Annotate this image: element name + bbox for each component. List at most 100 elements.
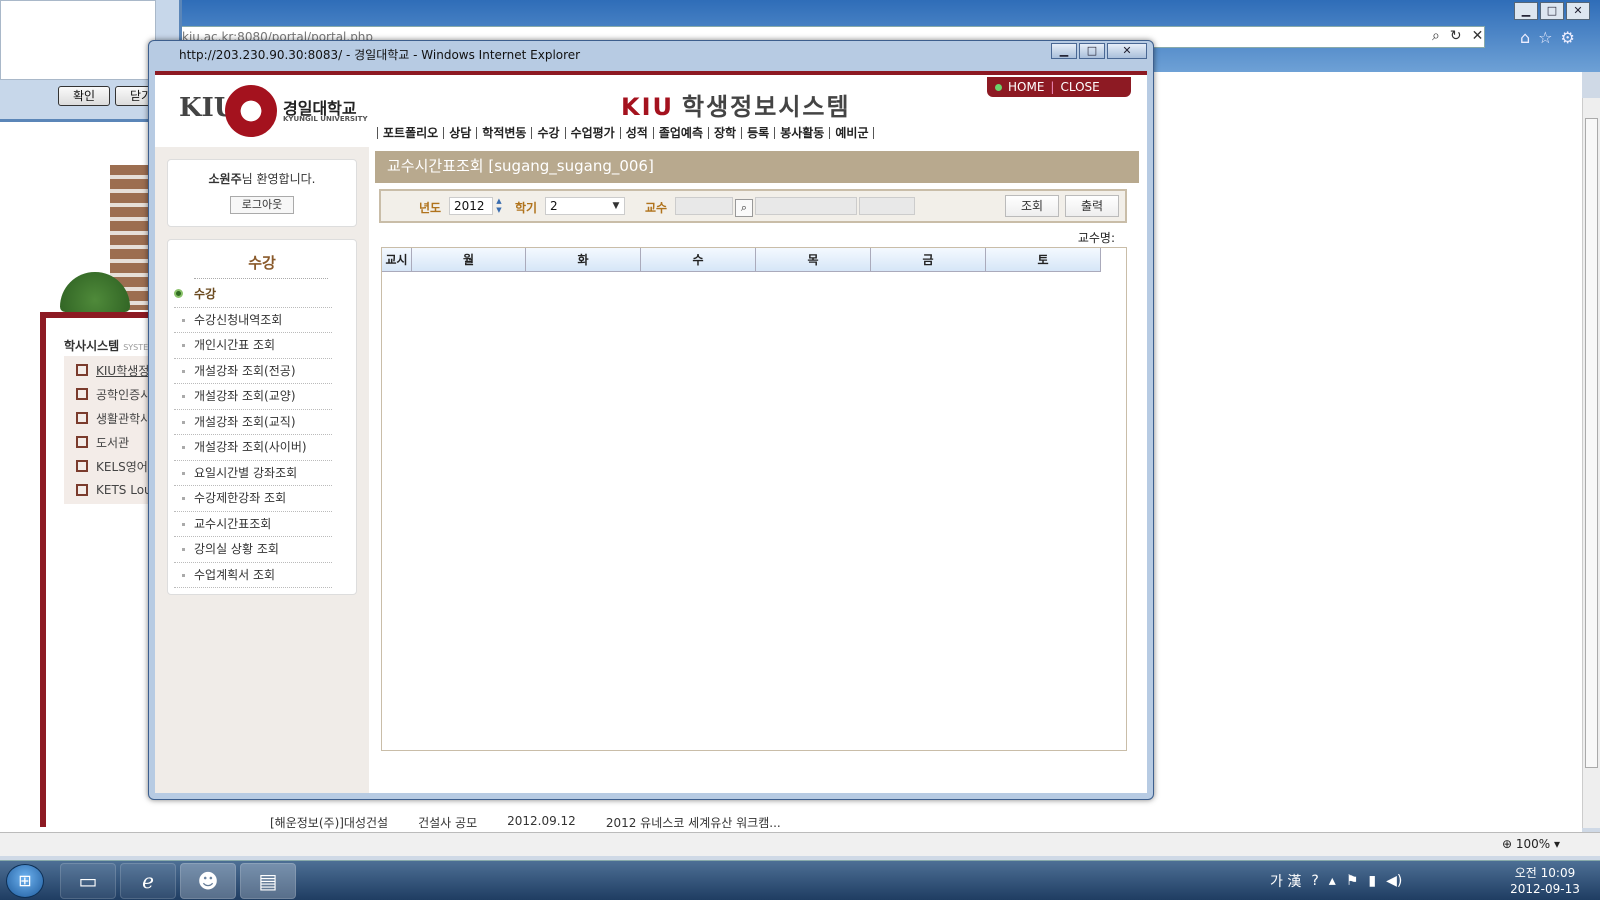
document-icon	[76, 364, 88, 376]
nav-reserve-forces[interactable]: 예비군	[829, 127, 875, 139]
menu-item-courses-teaching[interactable]: 개설강좌 조회(교직)	[174, 410, 332, 435]
sidebar-item-library[interactable]: 도서관	[64, 430, 149, 454]
bullet-icon	[182, 446, 185, 449]
news-source[interactable]: [해운정보(주)]대성건설	[270, 814, 388, 831]
year-input[interactable]: 2012	[449, 197, 493, 215]
zoom-value: 100%	[1515, 837, 1551, 851]
year-label: 년도	[419, 201, 442, 215]
menu-item-restricted-courses[interactable]: 수강제한강좌 조회	[174, 486, 332, 512]
close-link[interactable]: CLOSE	[1060, 80, 1099, 94]
internet-explorer-icon[interactable]: ℯ	[120, 863, 176, 899]
document-icon	[76, 388, 88, 400]
nav-course-evaluation[interactable]: 수업평가	[564, 127, 620, 139]
document-icon	[76, 460, 88, 472]
nav-graduation-forecast[interactable]: 졸업예측	[652, 127, 708, 139]
menu-item-courses-major[interactable]: 개설강좌 조회(전공)	[174, 359, 332, 384]
sidebar-item-dormitory[interactable]: 생활관학사	[64, 406, 149, 430]
nav-portfolio[interactable]: 포트폴리오	[377, 127, 443, 139]
professor-search-icon[interactable]: ⌕	[735, 199, 753, 217]
bullet-icon	[182, 548, 185, 551]
menu-item-courses-liberal[interactable]: 개설강좌 조회(교양)	[174, 384, 332, 410]
action-center-flag-icon[interactable]: ⚑	[1346, 873, 1359, 889]
favorites-star-icon[interactable]: ☆	[1538, 28, 1552, 47]
header-sat: 토	[986, 248, 1101, 272]
windows-logo-icon: ⊞	[18, 871, 32, 890]
search-button[interactable]: 조회	[1005, 195, 1059, 217]
news-title[interactable]: 건설사 공모	[418, 814, 477, 831]
ime-indicator[interactable]: 가 漢	[1270, 871, 1301, 891]
menu-item-registration[interactable]: 수강	[174, 282, 332, 308]
popup-minimize-button[interactable]: ▁	[1051, 43, 1077, 59]
scrollbar-thumb[interactable]	[1585, 118, 1598, 768]
search-icon[interactable]: ⌕	[1432, 28, 1440, 44]
menu-item-syllabus[interactable]: 수업계획서 조회	[174, 563, 332, 588]
status-dot-icon	[995, 83, 1002, 91]
refresh-icon[interactable]: ↻	[1450, 28, 1462, 44]
help-icon[interactable]: ?	[1311, 873, 1318, 889]
background-scrollbar[interactable]	[1582, 98, 1600, 828]
separator: |	[1050, 80, 1055, 94]
minimize-button[interactable]: ▁	[1514, 2, 1538, 20]
bullet-icon	[182, 395, 185, 398]
system-tray: 가 漢 ? ▴ ⚑ ▮ ◀)	[1270, 871, 1402, 891]
background-address-tools: ⌕ ↻ ✕	[1432, 28, 1483, 44]
home-link[interactable]: HOME	[1008, 80, 1044, 94]
nav-counseling[interactable]: 상담	[443, 127, 476, 139]
welcome-suffix: 님 환영합니다.	[241, 172, 316, 186]
menu-item-courses-cyber[interactable]: 개설강좌 조회(사이버)	[174, 435, 332, 461]
explorer-folder-icon[interactable]: ▭	[60, 863, 116, 899]
sidebar-item-engineering[interactable]: 공학인증시	[64, 382, 149, 406]
nav-course-registration[interactable]: 수강	[531, 127, 564, 139]
nav-scholarship[interactable]: 장학	[708, 127, 741, 139]
gear-icon[interactable]: ⚙	[1561, 28, 1575, 47]
university-emblem-icon[interactable]	[225, 85, 277, 137]
volume-icon[interactable]: ◀)	[1386, 873, 1402, 889]
tray-expand-icon[interactable]: ▴	[1329, 873, 1336, 889]
close-button[interactable]: ✕	[1566, 2, 1590, 20]
professor-extra-field[interactable]	[859, 197, 915, 215]
menu-item-label: 교수시간표조회	[194, 516, 272, 531]
ok-button[interactable]: 확인	[58, 86, 110, 106]
news-notice[interactable]: 2012 유네스코 세계유산 워크캠...	[606, 814, 781, 831]
document-icon	[76, 412, 88, 424]
sidebar-item-kiu[interactable]: KIU학생정	[64, 358, 149, 382]
popup-maximize-button[interactable]: □	[1079, 43, 1105, 59]
popup-close-button[interactable]: ✕	[1107, 43, 1147, 59]
print-button[interactable]: 출력	[1065, 195, 1119, 217]
year-stepper-icon[interactable]: ▲ ▼	[494, 197, 504, 215]
nav-academic-change[interactable]: 학적변동	[476, 127, 531, 139]
nav-grades[interactable]: 성적	[619, 127, 653, 139]
menu-item-personal-timetable[interactable]: 개인시간표 조회	[174, 333, 332, 359]
sidebar-item-kets[interactable]: KETS Lou	[64, 478, 149, 502]
start-button[interactable]: ⊞	[6, 864, 44, 898]
stop-icon[interactable]: ✕	[1472, 28, 1484, 44]
professor-id-field[interactable]	[675, 197, 733, 215]
menu-item-professor-timetable[interactable]: 교수시간표조회	[174, 512, 332, 537]
professor-label: 교수	[645, 201, 668, 215]
logout-button[interactable]: 로그아웃	[230, 196, 294, 214]
capture-app-icon[interactable]: ▤	[240, 863, 296, 899]
nav-enrollment[interactable]: 등록	[741, 127, 774, 139]
taskbar-clock[interactable]: 오전 10:09 2012-09-13	[1500, 865, 1590, 897]
chevron-down-icon[interactable]: ▼	[610, 199, 622, 213]
header-mon: 월	[412, 248, 526, 272]
zoom-level[interactable]: ⊕ 100% ▾	[1502, 837, 1560, 851]
semester-select[interactable]: 2 ▼	[545, 197, 625, 215]
sidebar-item-kels[interactable]: KELS영어	[64, 454, 149, 478]
network-icon[interactable]: ▮	[1368, 873, 1376, 889]
professor-name-field[interactable]	[755, 197, 857, 215]
messenger-app-icon[interactable]: ☻	[180, 863, 236, 899]
menu-item-classroom-status[interactable]: 강의실 상황 조회	[174, 537, 332, 563]
menu-item-label: 요일시간별 강좌조회	[194, 465, 298, 480]
timetable-frame: 교시 월 화 수 목 금 토	[381, 247, 1127, 751]
menu-item-label: 개인시간표 조회	[194, 338, 276, 352]
maximize-button[interactable]: □	[1540, 2, 1564, 20]
menu-item-courses-by-time[interactable]: 요일시간별 강좌조회	[174, 461, 332, 486]
menu-item-registration-history[interactable]: 수강신청내역조회	[174, 308, 332, 333]
popup-titlebar[interactable]: http://203.230.90.30:8083/ - 경일대학교 - Win…	[149, 41, 1153, 67]
home-icon[interactable]: ⌂	[1520, 28, 1530, 47]
menu-item-label: 개설강좌 조회(교양)	[194, 389, 296, 403]
bullet-icon	[182, 573, 185, 577]
nav-volunteer[interactable]: 봉사활동	[774, 127, 829, 139]
menu-item-label: 강의실 상황 조회	[194, 542, 279, 556]
